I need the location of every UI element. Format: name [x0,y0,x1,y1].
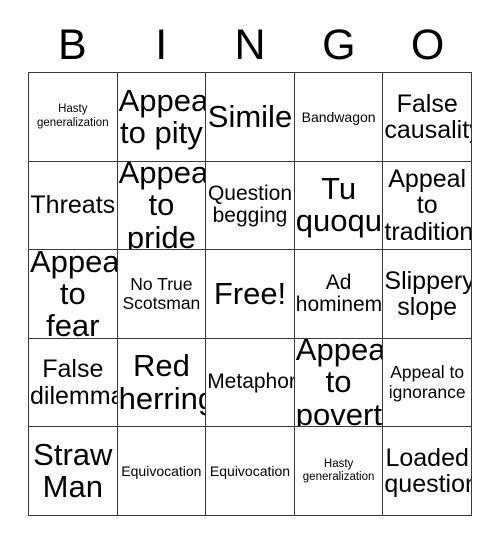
bingo-cell-label: Loaded question [384,443,472,499]
bingo-cell-r5c4[interactable]: Hasty generalization [294,427,384,516]
header-letter-g: G [322,20,356,69]
bingo-cell-label: No True Scotsman [122,273,201,313]
bingo-cell-label: Red herring [118,348,207,416]
bingo-cell-r3c2[interactable]: No True Scotsman [117,250,207,339]
bingo-cell-label: Appeal to poverty [295,338,384,428]
bingo-cell-r4c3[interactable]: Metaphor [206,338,295,428]
bingo-cell-label: Appeal to pity [118,82,207,150]
bingo-cell-label: False causality [384,89,472,144]
bingo-cell-label: Question begging [207,181,293,228]
bingo-cell-r3c1[interactable]: Appeal to fear [29,250,118,339]
bingo-cell-r2c2[interactable]: Appeal to pride [117,161,207,251]
bingo-cell-r5c2[interactable]: Equivocation [117,427,207,516]
header-letter-i: I [155,20,168,69]
bingo-cell-label: Appeal to ignorance [388,362,466,402]
bingo-cell-label: False dilemma [30,355,118,410]
header-letter-o: O [410,20,445,69]
bingo-grid: Hasty generalization Appeal to pity Simi… [28,72,472,516]
bingo-cell-label: Slippery slope [384,266,472,321]
bingo-cell-r4c2[interactable]: Red herring [117,338,207,428]
bingo-cell-label: Appeal to fear [30,250,118,339]
bingo-cell-r1c1[interactable]: Hasty generalization [29,73,118,162]
bingo-cell-r2c4[interactable]: Tu quoque [294,161,384,251]
bingo-cell-label: Threats [30,191,116,220]
bingo-cell-r1c2[interactable]: Appeal to pity [117,73,207,162]
bingo-cell-label: Appeal to tradition [384,165,472,246]
bingo-cell-label: Metaphor [207,370,295,394]
bingo-cell-r2c3[interactable]: Question begging [206,161,295,251]
bingo-card: B I N G O Hasty generalization Appeal to… [0,0,500,544]
header-letter-b: B [58,20,87,69]
bingo-cell-label: Equivocation [121,463,202,480]
bingo-cell-label: Hasty generalization [302,457,375,484]
header-letter-n: N [234,20,266,69]
bingo-cell-label: Tu quoque [295,171,383,239]
bingo-cell-label: Bandwagon [301,108,376,125]
bingo-cell-r1c5[interactable]: False causality [383,73,472,162]
bingo-cell-r4c1[interactable]: False dilemma [29,338,118,428]
bingo-cell-label: Free! [213,275,287,311]
bingo-cell-r4c5[interactable]: Appeal to ignorance [383,338,472,428]
bingo-cell-label: Appeal to pride [118,161,207,251]
bingo-cell-r5c5[interactable]: Loaded question [383,427,472,516]
bingo-cell-label: Hasty generalization [36,103,109,129]
bingo-cell-r4c4[interactable]: Appeal to poverty [294,338,384,428]
bingo-cell-r2c1[interactable]: Threats [29,161,118,251]
bingo-cell-r3c5[interactable]: Slippery slope [383,250,472,339]
bingo-cell-r5c1[interactable]: Straw Man [29,427,118,516]
bingo-cell-r3c4[interactable]: Ad hominem [294,250,384,339]
bingo-cell-r2c5[interactable]: Appeal to tradition [383,161,472,251]
bingo-cell-label: Ad hominem [295,270,383,316]
bingo-cell-r1c4[interactable]: Bandwagon [294,73,384,162]
bingo-header: B I N G O [28,18,472,72]
bingo-cell-free-space[interactable]: Free! [206,250,295,339]
bingo-cell-r5c3[interactable]: Equivocation [206,427,295,516]
bingo-cell-label: Straw Man [33,436,113,505]
bingo-cell-r1c3[interactable]: Simile [206,73,295,162]
bingo-cell-label: Equivocation [209,463,291,480]
bingo-cell-label: Simile [207,98,293,134]
